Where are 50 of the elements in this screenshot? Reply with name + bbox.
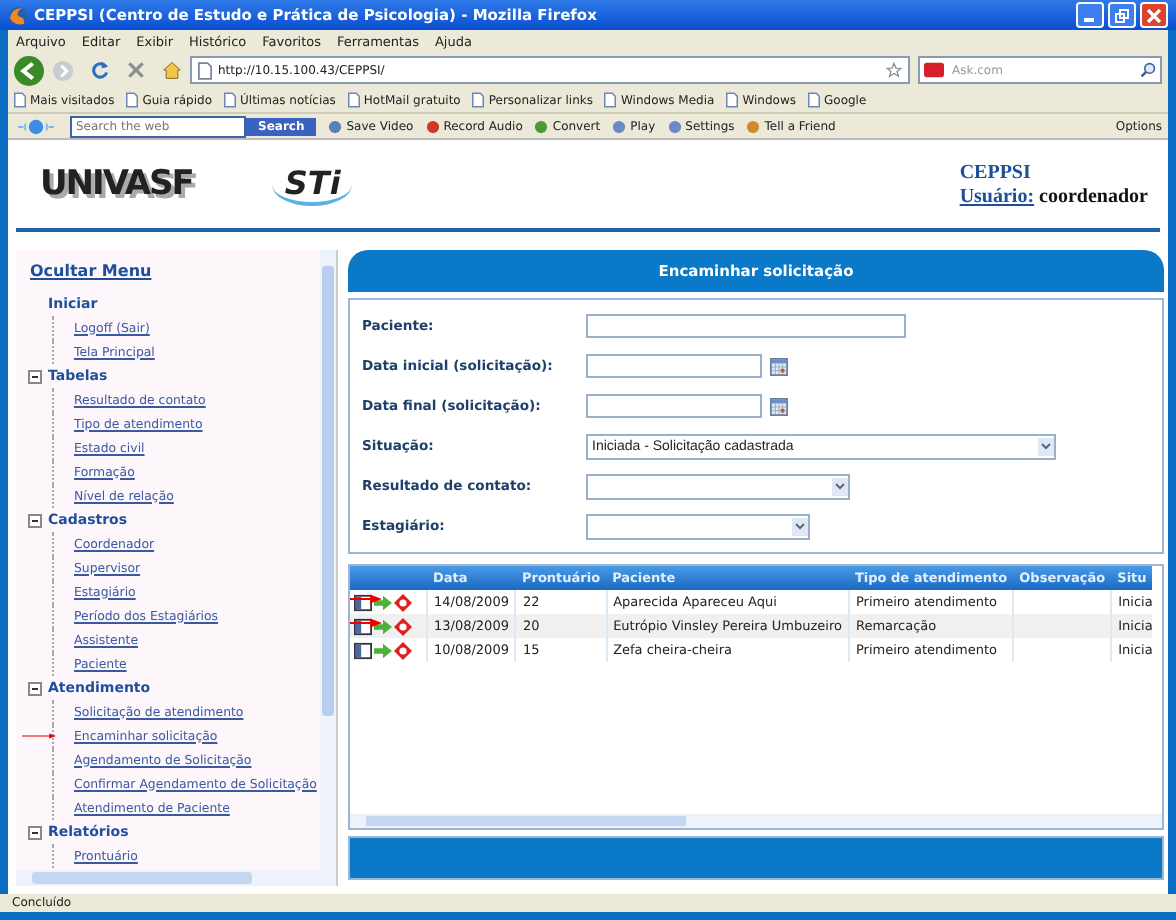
search-icon[interactable] bbox=[1140, 62, 1156, 78]
minimize-button[interactable] bbox=[1076, 2, 1104, 28]
calendar-icon[interactable] bbox=[770, 357, 788, 375]
dot-icon bbox=[534, 119, 549, 133]
hide-menu-link[interactable]: Ocultar Menu bbox=[30, 262, 308, 280]
dot-icon bbox=[425, 119, 440, 133]
page-icon bbox=[604, 92, 617, 108]
dot-icon bbox=[612, 119, 627, 133]
page-icon bbox=[347, 92, 360, 108]
page-icon bbox=[808, 92, 820, 108]
date-field[interactable] bbox=[586, 394, 762, 418]
restore-button[interactable] bbox=[1108, 2, 1136, 28]
dot-icon bbox=[667, 119, 682, 133]
close-button[interactable] bbox=[1140, 2, 1168, 28]
collapse-icon[interactable] bbox=[28, 681, 42, 695]
restore-icon bbox=[1114, 7, 1130, 23]
input-field[interactable] bbox=[586, 314, 906, 338]
page-icon bbox=[726, 92, 739, 108]
dropdown[interactable] bbox=[586, 473, 850, 499]
chevron-down-icon[interactable] bbox=[1040, 442, 1052, 450]
home-icon[interactable] bbox=[162, 60, 182, 80]
vertical-scrollbar[interactable] bbox=[320, 250, 336, 870]
sound-wave-icon bbox=[14, 117, 58, 135]
horizontal-scrollbar[interactable] bbox=[350, 814, 1162, 828]
chevron-down-icon[interactable] bbox=[834, 482, 846, 490]
dot-icon bbox=[328, 119, 343, 133]
horizontal-scrollbar[interactable] bbox=[16, 870, 336, 886]
collapse-icon[interactable] bbox=[28, 513, 42, 527]
page-icon bbox=[126, 92, 139, 108]
collapse-icon[interactable] bbox=[28, 825, 42, 839]
user-name: coordenador bbox=[1039, 185, 1148, 207]
dropdown[interactable] bbox=[586, 513, 810, 539]
document-icon[interactable] bbox=[354, 641, 372, 659]
stop-icon[interactable] bbox=[126, 60, 146, 80]
collapse-icon[interactable] bbox=[28, 369, 42, 383]
close-icon bbox=[1146, 7, 1162, 23]
star-icon[interactable] bbox=[886, 62, 902, 78]
user-link[interactable]: Usuário: bbox=[959, 185, 1035, 207]
calendar-icon[interactable] bbox=[770, 397, 788, 415]
back-button[interactable] bbox=[14, 55, 44, 85]
university-logo: UNIVASF bbox=[40, 164, 193, 204]
browser-logo-icon bbox=[8, 5, 28, 25]
dot-icon bbox=[746, 119, 761, 133]
date-field[interactable] bbox=[586, 354, 762, 378]
page-icon bbox=[472, 92, 485, 108]
reload-icon[interactable] bbox=[90, 60, 110, 80]
app-name: CEPPSI bbox=[959, 161, 1033, 183]
page-icon bbox=[14, 92, 26, 108]
department-logo: STi bbox=[272, 163, 353, 205]
chevron-down-icon[interactable] bbox=[794, 522, 806, 530]
